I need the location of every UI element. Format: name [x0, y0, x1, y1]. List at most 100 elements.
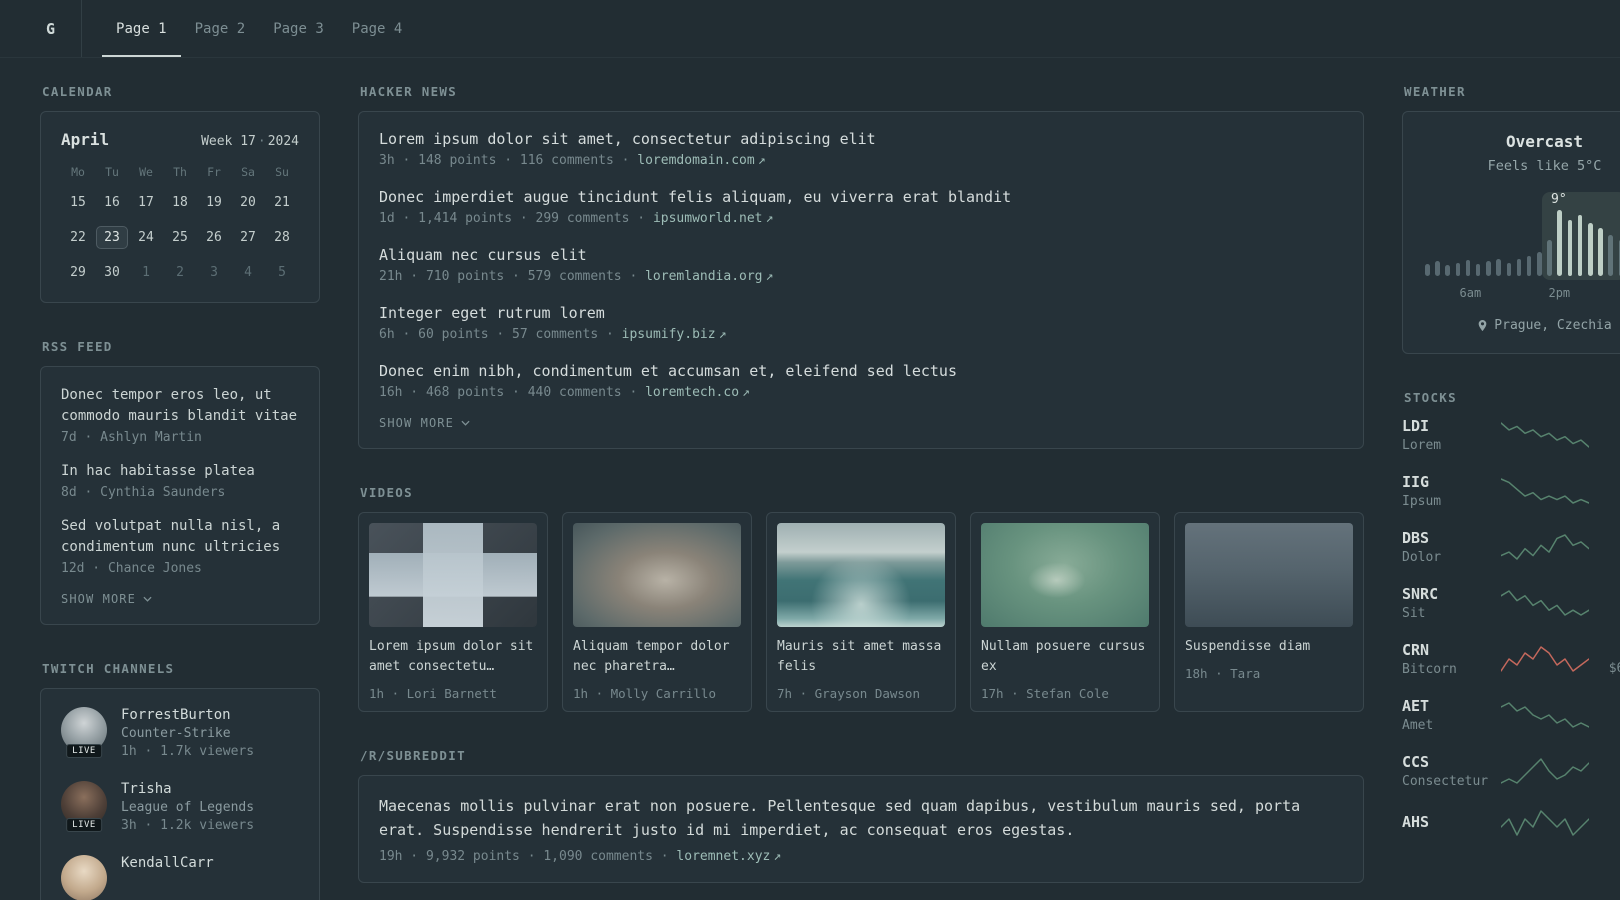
- stock-change: +0.51%: [1591, 754, 1620, 770]
- stock-price: $499.72: [1591, 717, 1620, 732]
- rss-item-link[interactable]: Donec tempor eros leo, ut commodo mauris…: [61, 387, 297, 424]
- weather-widget: WEATHER Overcast Feels like 5°C 9° 6am 2…: [1402, 84, 1620, 354]
- calendar-dow: Sa: [241, 165, 255, 179]
- calendar-day: 29: [70, 265, 86, 280]
- stock-row[interactable]: IIG Ipsum +2.84% $42.04: [1402, 473, 1620, 509]
- rss-item-link[interactable]: Sed volutpat nulla nisl, a condimentum n…: [61, 518, 280, 555]
- subreddit-domain-link[interactable]: loremnet.xyz: [676, 849, 770, 864]
- twitch-channel-row[interactable]: KendallCarr: [61, 855, 299, 900]
- channel-name[interactable]: ForrestBurton: [121, 707, 254, 723]
- channel-avatar: [61, 855, 107, 900]
- twitch-channel-row[interactable]: LIVE ForrestBurton Counter-Strike 1h · 1…: [61, 707, 299, 759]
- video-title[interactable]: Aliquam tempor dolor nec pharetra…: [573, 639, 730, 674]
- channel-meta: 1h · 1.7k viewers: [121, 744, 255, 759]
- weather-time-axis: 6am 2pm 10pm: [1421, 286, 1620, 302]
- rss-item-link[interactable]: In hac habitasse platea: [61, 463, 255, 479]
- hn-item-meta: 3h · 148 points · 116 comments · loremdo…: [379, 153, 766, 168]
- avatar: LIVE: [61, 781, 107, 832]
- stock-sparkline: [1498, 701, 1591, 729]
- stock-price: $795.18: [1591, 437, 1620, 452]
- video-meta: 18h · Tara: [1185, 666, 1261, 682]
- stock-symbol: CCS: [1402, 753, 1430, 771]
- calendar-month: April: [61, 130, 110, 149]
- calendar-day: 3: [210, 265, 218, 280]
- video-thumbnail[interactable]: [573, 523, 741, 627]
- hn-item-domain-link[interactable]: ipsumify.biz: [622, 327, 716, 342]
- videos-widget: VIDEOS Lorem ipsum dolor sit amet consec…: [358, 485, 1364, 713]
- rss-show-more-button[interactable]: SHOW MORE: [61, 592, 299, 606]
- calendar-section-title: CALENDAR: [42, 84, 113, 99]
- stock-row[interactable]: AET Amet +0.92% $499.72: [1402, 697, 1620, 733]
- hn-show-more-button[interactable]: SHOW MORE: [379, 416, 1343, 430]
- stock-row[interactable]: DBS Dolor +1.42% $156.28: [1402, 529, 1620, 565]
- calendar-dow: Fr: [207, 165, 221, 179]
- calendar-day: 30: [104, 265, 120, 280]
- tab-page-3[interactable]: Page 3: [259, 0, 338, 57]
- stock-row[interactable]: LDI Lorem +4.35% $795.18: [1402, 417, 1620, 453]
- video-thumbnail[interactable]: [369, 523, 537, 627]
- video-meta: 7h · Grayson Dawson: [777, 686, 920, 702]
- video-title[interactable]: Lorem ipsum dolor sit amet consectetu…: [369, 639, 533, 674]
- calendar-widget: CALENDAR April Week 17 · 2024 Mo Tu We Th …: [40, 84, 320, 303]
- video-card[interactable]: Mauris sit amet massa felis 7h · Grayson…: [766, 512, 956, 713]
- video-thumbnail[interactable]: [1185, 523, 1353, 627]
- right-column: WEATHER Overcast Feels like 5°C 9° 6am 2…: [1402, 84, 1620, 900]
- subreddit-widget: /R/SUBREDDIT Maecenas mollis pulvinar er…: [358, 748, 1364, 884]
- video-card[interactable]: Aliquam tempor dolor nec pharetra… 1h · …: [562, 512, 752, 713]
- live-badge: LIVE: [66, 744, 102, 758]
- channel-game: League of Legends: [121, 800, 255, 815]
- hn-item-domain-link[interactable]: loremdomain.com: [637, 153, 754, 168]
- stock-sparkline: [1498, 533, 1591, 561]
- calendar-dow: Mo: [71, 165, 85, 179]
- hn-item-title[interactable]: Donec enim nibh, condimentum et accumsan…: [379, 362, 957, 380]
- tab-page-1[interactable]: Page 1: [102, 0, 181, 57]
- tab-page-4[interactable]: Page 4: [338, 0, 417, 57]
- video-title[interactable]: Suspendisse diam: [1185, 639, 1310, 654]
- chevron-down-icon: [143, 596, 152, 602]
- video-thumbnail[interactable]: [777, 523, 945, 627]
- video-card[interactable]: Suspendisse diam 18h · Tara: [1174, 512, 1364, 713]
- tab-page-2[interactable]: Page 2: [181, 0, 260, 57]
- rss-item: In hac habitasse platea 8d · Cynthia Sau…: [61, 461, 299, 500]
- hn-item: Donec imperdiet augue tincidunt felis al…: [379, 188, 1343, 226]
- stock-row[interactable]: CRN Bitcorn -1.00% $66,171.48: [1402, 641, 1620, 677]
- hn-item-title[interactable]: Lorem ipsum dolor sit amet, consectetur …: [379, 130, 876, 148]
- app-logo: G: [40, 0, 83, 57]
- hn-item-domain-link[interactable]: ipsumworld.net: [653, 211, 763, 226]
- stock-row[interactable]: CCS Consectetur +0.51% $165.84: [1402, 753, 1620, 789]
- video-title[interactable]: Mauris sit amet massa felis: [777, 639, 941, 674]
- hn-item-domain-link[interactable]: loremlandia.org: [645, 269, 762, 284]
- twitch-channel-row[interactable]: LIVE Trisha League of Legends 3h · 1.2k …: [61, 781, 299, 833]
- page-tabs: Page 1 Page 2 Page 3 Page 4: [102, 0, 416, 57]
- time-label: 2pm: [1548, 286, 1571, 300]
- channel-name[interactable]: KendallCarr: [121, 855, 214, 871]
- weather-bars: [1425, 210, 1620, 276]
- stock-change: +4.35%: [1591, 418, 1620, 434]
- hn-item-title[interactable]: Donec imperdiet augue tincidunt felis al…: [379, 188, 1011, 206]
- calendar-dow: We: [139, 165, 153, 179]
- rss-item-meta: 12d · Chance Jones: [61, 561, 202, 576]
- hn-item-domain-link[interactable]: loremtech.co: [645, 385, 739, 400]
- calendar-dow: Su: [275, 165, 289, 179]
- video-card[interactable]: Lorem ipsum dolor sit amet consectetu… 1…: [358, 512, 548, 713]
- weather-peak-temp: 9°: [1551, 192, 1567, 207]
- weather-section-title: WEATHER: [1404, 84, 1466, 99]
- stock-change: +1.42%: [1591, 530, 1620, 546]
- calendar-day: 25: [172, 230, 188, 245]
- stock-row[interactable]: SNRC Sit +1.36% $148.64: [1402, 585, 1620, 621]
- stock-name: Bitcorn: [1402, 662, 1457, 677]
- hn-item-title[interactable]: Aliquam nec cursus elit: [379, 246, 587, 264]
- calendar-day: 24: [138, 230, 154, 245]
- video-card[interactable]: Nullam posuere cursus ex 17h · Stefan Co…: [970, 512, 1160, 713]
- weather-condition: Overcast: [1505, 132, 1584, 151]
- hn-item-meta: 21h · 710 points · 579 comments · loreml…: [379, 269, 774, 284]
- stock-change: +1.36%: [1591, 586, 1620, 602]
- subreddit-post-title[interactable]: Maecenas mollis pulvinar erat non posuer…: [379, 797, 1300, 839]
- video-thumbnail[interactable]: [981, 523, 1149, 627]
- hn-item-title[interactable]: Integer eget rutrum lorem: [379, 304, 605, 322]
- stock-row[interactable]: AHS +0.46%: [1402, 809, 1620, 837]
- channel-name[interactable]: Trisha: [121, 781, 254, 797]
- calendar-day: 16: [104, 195, 120, 210]
- video-title[interactable]: Nullam posuere cursus ex: [981, 639, 1145, 674]
- calendar-day: 22: [70, 230, 86, 245]
